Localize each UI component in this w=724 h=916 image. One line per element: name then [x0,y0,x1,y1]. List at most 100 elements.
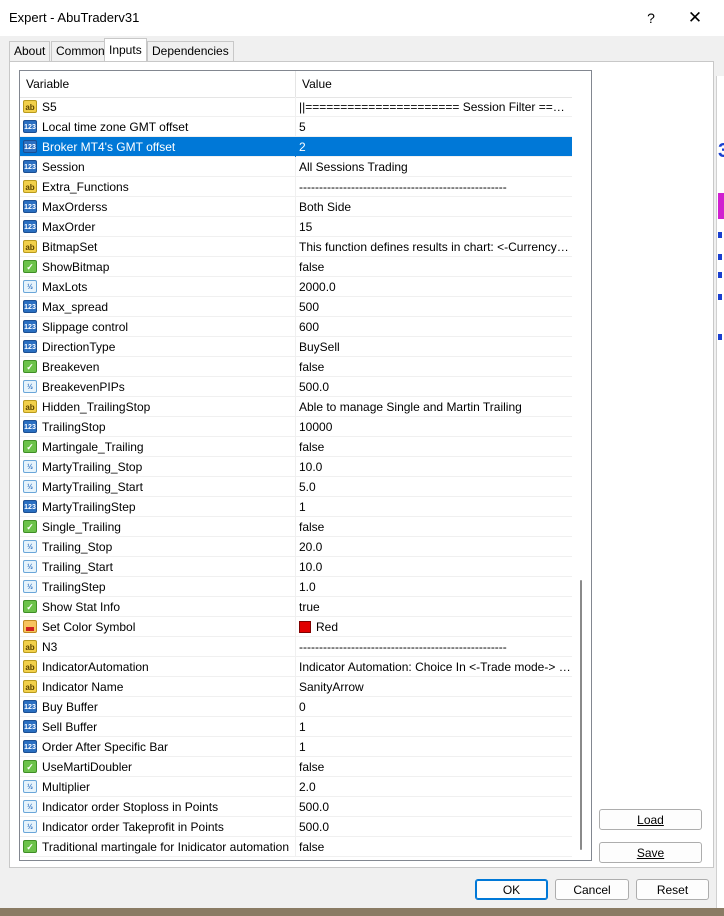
variable-name: Broker MT4's GMT offset [42,140,176,154]
table-row[interactable]: ½ Indicator order Takeprofit in Points 500… [20,817,572,837]
variable-value[interactable]: Able to manage Single and Martin Trailin… [299,397,571,417]
table-row[interactable]: ½ Indicator order Stoploss in Points 500.0 [20,797,572,817]
variable-value[interactable]: false [299,517,571,537]
variable-value[interactable]: Indicator Automation: Choice In <-Trade … [299,657,571,677]
variable-value[interactable]: ----------------------------------------… [299,637,571,657]
table-row[interactable]: 123 Buy Buffer 0 [20,697,572,717]
variable-value[interactable]: SanityArrow [299,677,571,697]
table-row[interactable]: ab Extra_Functions -----------------------… [20,177,572,197]
table-row[interactable]: 123 Order After Specific Bar 1 [20,737,572,757]
variable-value-text: ||====================== Session Filter … [299,100,571,114]
column-header-value[interactable]: Value [296,71,332,97]
string-type-icon: ab [23,400,37,413]
column-header-variable[interactable]: Variable [20,71,69,97]
variable-value[interactable]: ----------------------------------------… [299,177,571,197]
variable-value[interactable]: 10.0 [299,557,571,577]
table-row[interactable]: ab S5 ||====================== Session Fil… [20,97,572,117]
variable-value[interactable]: 5.0 [299,477,571,497]
variable-value[interactable]: 500.0 [299,797,571,817]
variable-value[interactable]: 2000.0 [299,277,571,297]
table-row[interactable]: 123 MartyTrailingStep 1 [20,497,572,517]
variable-value[interactable]: 1 [299,737,571,757]
close-button[interactable]: ✕ [683,6,707,30]
variable-value[interactable]: ||====================== Session Filter … [299,97,571,117]
variable-value[interactable]: false [299,257,571,277]
table-row[interactable]: 123 MaxOrderss Both Side [20,197,572,217]
variable-value[interactable]: 2.0 [299,777,571,797]
table-row[interactable]: ½ MartyTrailing_Stop 10.0 [20,457,572,477]
vertical-scrollbar[interactable] [572,71,590,860]
variable-value[interactable]: 2 [299,137,571,157]
table-row[interactable]: 123 Slippage control 600 [20,317,572,337]
table-row[interactable]: ½ TrailingStep 1.0 [20,577,572,597]
table-row[interactable]: ✓ Traditional martingale for Inidicator a… [20,837,572,857]
variable-value[interactable]: 600 [299,317,571,337]
variable-value[interactable]: BuySell [299,337,571,357]
table-row[interactable]: ½ BreakevenPIPs 500.0 [20,377,572,397]
table-row[interactable]: ab Hidden_TrailingStop Able to manage Sing… [20,397,572,417]
table-row[interactable]: 123 Max_spread 500 [20,297,572,317]
string-type-icon: ab [23,660,37,673]
tab-dependencies[interactable]: Dependencies [147,41,234,61]
variable-value[interactable]: All Sessions Trading [299,157,571,177]
variable-value-text: 500 [299,300,320,314]
table-row[interactable]: Set Color Symbol Red [20,617,572,637]
table-row[interactable]: 123 TrailingStop 10000 [20,417,572,437]
table-row[interactable]: ab Indicator Name SanityArrow [20,677,572,697]
variable-value[interactable]: false [299,357,571,377]
variable-value[interactable]: false [299,437,571,457]
variable-value[interactable]: 0 [299,697,571,717]
variable-value[interactable]: 10.0 [299,457,571,477]
tab-inputs[interactable]: Inputs [104,38,147,62]
variable-name: MaxOrderss [42,200,108,214]
table-row[interactable]: ½ Multiplier 2.0 [20,777,572,797]
table-row[interactable]: 123 Session All Sessions Trading [20,157,572,177]
table-row[interactable]: 123 Broker MT4's GMT offset 2 [20,137,572,157]
variable-value[interactable]: false [299,757,571,777]
table-row[interactable]: ab IndicatorAutomation Indicator Automatio… [20,657,572,677]
variable-value[interactable]: Both Side [299,197,571,217]
table-row[interactable]: 123 Local time zone GMT offset 5 [20,117,572,137]
table-row[interactable]: ab N3 ------------------------------------… [20,637,572,657]
variable-value[interactable]: 1 [299,497,571,517]
double-type-icon: ½ [23,780,37,793]
table-row[interactable]: ✓ Breakeven false [20,357,572,377]
table-row[interactable]: ½ MaxLots 2000.0 [20,277,572,297]
table-row[interactable]: ab BitmapSet This function defines results… [20,237,572,257]
table-row[interactable]: 123 Sell Buffer 1 [20,717,572,737]
variable-value[interactable]: 500.0 [299,377,571,397]
table-row[interactable]: ✓ Single_Trailing false [20,517,572,537]
variable-value[interactable]: 500 [299,297,571,317]
variable-value[interactable]: 1.0 [299,577,571,597]
variable-value[interactable]: Red [299,617,571,637]
variable-name: ShowBitmap [42,260,110,274]
variable-name: MaxOrder [42,220,96,234]
variable-value[interactable]: 10000 [299,417,571,437]
table-row[interactable]: ✓ Martingale_Trailing false [20,437,572,457]
tab-common[interactable]: Common [51,41,110,61]
load-button[interactable]: Load [599,809,702,830]
variable-value[interactable]: 1 [299,717,571,737]
ok-button[interactable]: OK [475,879,548,900]
reset-button[interactable]: Reset [636,879,709,900]
table-row[interactable]: ✓ UseMartiDoubler false [20,757,572,777]
variable-value[interactable]: 15 [299,217,571,237]
variable-value[interactable]: true [299,597,571,617]
table-row[interactable]: ½ Trailing_Stop 20.0 [20,537,572,557]
variable-value[interactable]: 20.0 [299,537,571,557]
table-row[interactable]: 123 MaxOrder 15 [20,217,572,237]
variable-value[interactable]: 500.0 [299,817,571,837]
table-row[interactable]: ✓ Show Stat Info true [20,597,572,617]
help-button[interactable]: ? [640,7,662,29]
table-row[interactable]: ½ Trailing_Start 10.0 [20,557,572,577]
variable-value[interactable]: 5 [299,117,571,137]
table-row[interactable]: ✓ ShowBitmap false [20,257,572,277]
cancel-button[interactable]: Cancel [555,879,629,900]
table-row[interactable]: ½ MartyTrailing_Start 5.0 [20,477,572,497]
table-row[interactable]: 123 DirectionType BuySell [20,337,572,357]
variable-value[interactable]: This function defines results in chart: … [299,237,571,257]
save-button[interactable]: Save [599,842,702,863]
variable-value[interactable]: false [299,837,571,857]
scrollbar-thumb[interactable] [580,580,582,850]
tab-about[interactable]: About [9,41,51,61]
